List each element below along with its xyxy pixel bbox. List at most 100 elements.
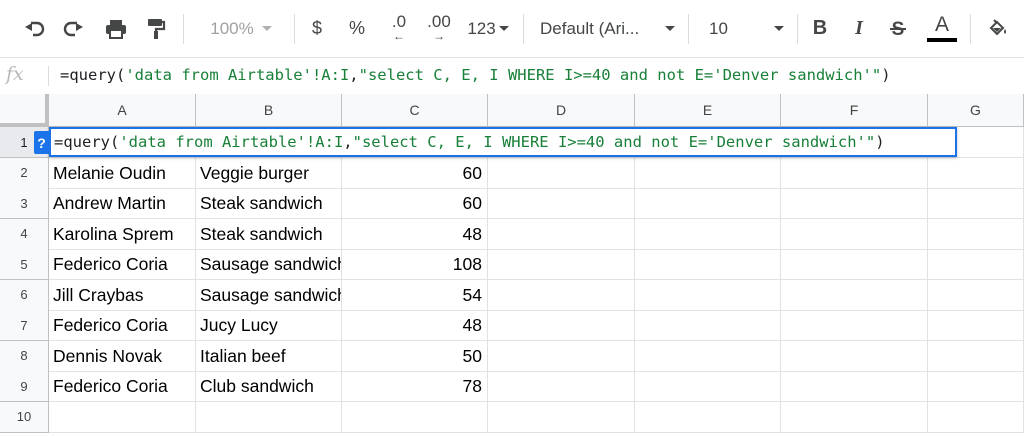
cell-f4[interactable] <box>781 218 928 250</box>
cell-g9[interactable] <box>928 371 1024 402</box>
cell-b2[interactable]: Veggie burger <box>196 157 342 189</box>
cell-g4[interactable] <box>928 218 1024 250</box>
cell-c5[interactable]: 108 <box>342 249 488 280</box>
column-header-a[interactable]: A <box>49 94 196 127</box>
column-header-g[interactable]: G <box>928 94 1024 127</box>
cell-d10[interactable] <box>488 401 635 433</box>
cell-a4[interactable]: Karolina Sprem <box>49 218 196 250</box>
cell-a3[interactable]: Andrew Martin <box>49 188 196 219</box>
bold-button[interactable]: B <box>806 0 834 57</box>
cell-c6[interactable]: 54 <box>342 279 488 311</box>
cell-c3[interactable]: 60 <box>342 188 488 219</box>
cell-b8[interactable]: Italian beef <box>196 340 342 372</box>
select-all-corner[interactable] <box>0 94 49 127</box>
formula-input[interactable]: =query('data from Airtable'!A:I,"select … <box>60 66 891 84</box>
cell-d2[interactable] <box>488 157 635 189</box>
cell-c2[interactable]: 60 <box>342 157 488 189</box>
cell-e6[interactable] <box>635 279 781 311</box>
cell-f9[interactable] <box>781 371 928 402</box>
cell-a5[interactable]: Federico Coria <box>49 249 196 280</box>
cell-g8[interactable] <box>928 340 1024 372</box>
decrease-decimals-button[interactable]: .0 ← <box>381 0 417 57</box>
cell-c10[interactable] <box>342 401 488 433</box>
cell-c8[interactable]: 50 <box>342 340 488 372</box>
formula-help-icon[interactable]: ? <box>34 131 49 154</box>
currency-button[interactable]: $ <box>303 0 331 57</box>
cell-g3[interactable] <box>928 188 1024 219</box>
cell-e4[interactable] <box>635 218 781 250</box>
cell-e10[interactable] <box>635 401 781 433</box>
cell-editor-a1[interactable]: =query('data from Airtable'!A:I,"select … <box>49 127 957 157</box>
column-header-b[interactable]: B <box>196 94 342 127</box>
cell-b7[interactable]: Jucy Lucy <box>196 310 342 341</box>
print-icon[interactable] <box>100 0 132 57</box>
font-family-select[interactable]: Default (Ari... <box>540 0 675 57</box>
cell-b5[interactable]: Sausage sandwich <box>196 249 342 280</box>
cell-f7[interactable] <box>781 310 928 341</box>
row-header-9[interactable]: 9 <box>0 371 49 402</box>
cell-b6[interactable]: Sausage sandwich <box>196 279 342 311</box>
row-header-6[interactable]: 6 <box>0 279 49 311</box>
cell-a10[interactable] <box>49 401 196 433</box>
cell-g6[interactable] <box>928 279 1024 311</box>
cell-b4[interactable]: Steak sandwich <box>196 218 342 250</box>
cell-a2[interactable]: Melanie Oudin <box>49 157 196 189</box>
cell-d5[interactable] <box>488 249 635 280</box>
cell-f3[interactable] <box>781 188 928 219</box>
cell-f8[interactable] <box>781 340 928 372</box>
text-color-button[interactable]: A <box>924 0 960 57</box>
cell-d9[interactable] <box>488 371 635 402</box>
font-size-select[interactable]: 10 <box>698 0 788 57</box>
row-header-4[interactable]: 4 <box>0 218 49 250</box>
cell-f10[interactable] <box>781 401 928 433</box>
row-header-3[interactable]: 3 <box>0 188 49 219</box>
italic-button[interactable]: I <box>845 0 873 57</box>
row-header-5[interactable]: 5 <box>0 249 49 280</box>
fill-color-icon[interactable] <box>982 0 1014 57</box>
cell-e8[interactable] <box>635 340 781 372</box>
cell-a9[interactable]: Federico Coria <box>49 371 196 402</box>
cell-d7[interactable] <box>488 310 635 341</box>
cell-e7[interactable] <box>635 310 781 341</box>
cell-d8[interactable] <box>488 340 635 372</box>
column-header-f[interactable]: F <box>781 94 928 127</box>
cell-g5[interactable] <box>928 249 1024 280</box>
cell-e5[interactable] <box>635 249 781 280</box>
strikethrough-icon[interactable]: S <box>884 0 912 57</box>
cell-g7[interactable] <box>928 310 1024 341</box>
cell-d4[interactable] <box>488 218 635 250</box>
increase-decimals-button[interactable]: .00 → <box>421 0 457 57</box>
cell-d6[interactable] <box>488 279 635 311</box>
redo-icon[interactable] <box>58 0 90 57</box>
cell-b3[interactable]: Steak sandwich <box>196 188 342 219</box>
row-header-2[interactable]: 2 <box>0 157 49 189</box>
cell-e3[interactable] <box>635 188 781 219</box>
row-header-8[interactable]: 8 <box>0 340 49 372</box>
cell-f6[interactable] <box>781 279 928 311</box>
cell-d3[interactable] <box>488 188 635 219</box>
cell-e2[interactable] <box>635 157 781 189</box>
cell-c9[interactable]: 78 <box>342 371 488 402</box>
column-header-e[interactable]: E <box>635 94 781 127</box>
cell-b9[interactable]: Club sandwich <box>196 371 342 402</box>
cell-g2[interactable] <box>928 157 1024 189</box>
percent-button[interactable]: % <box>343 0 371 57</box>
more-formats-select[interactable]: 123 <box>462 0 514 57</box>
cell-b10[interactable] <box>196 401 342 433</box>
row-header-7[interactable]: 7 <box>0 310 49 341</box>
cell-a6[interactable]: Jill Craybas <box>49 279 196 311</box>
cell-a7[interactable]: Federico Coria <box>49 310 196 341</box>
cell-a8[interactable]: Dennis Novak <box>49 340 196 372</box>
column-header-d[interactable]: D <box>488 94 635 127</box>
cell-c7[interactable]: 48 <box>342 310 488 341</box>
paint-format-icon[interactable] <box>140 0 172 57</box>
cell-e9[interactable] <box>635 371 781 402</box>
undo-icon[interactable] <box>18 0 50 57</box>
cell-f2[interactable] <box>781 157 928 189</box>
cell-f5[interactable] <box>781 249 928 280</box>
column-header-c[interactable]: C <box>342 94 488 127</box>
cell-c4[interactable]: 48 <box>342 218 488 250</box>
row-header-10[interactable]: 10 <box>0 401 49 433</box>
zoom-select[interactable]: 100% <box>196 0 286 57</box>
cell-g10[interactable] <box>928 401 1024 433</box>
